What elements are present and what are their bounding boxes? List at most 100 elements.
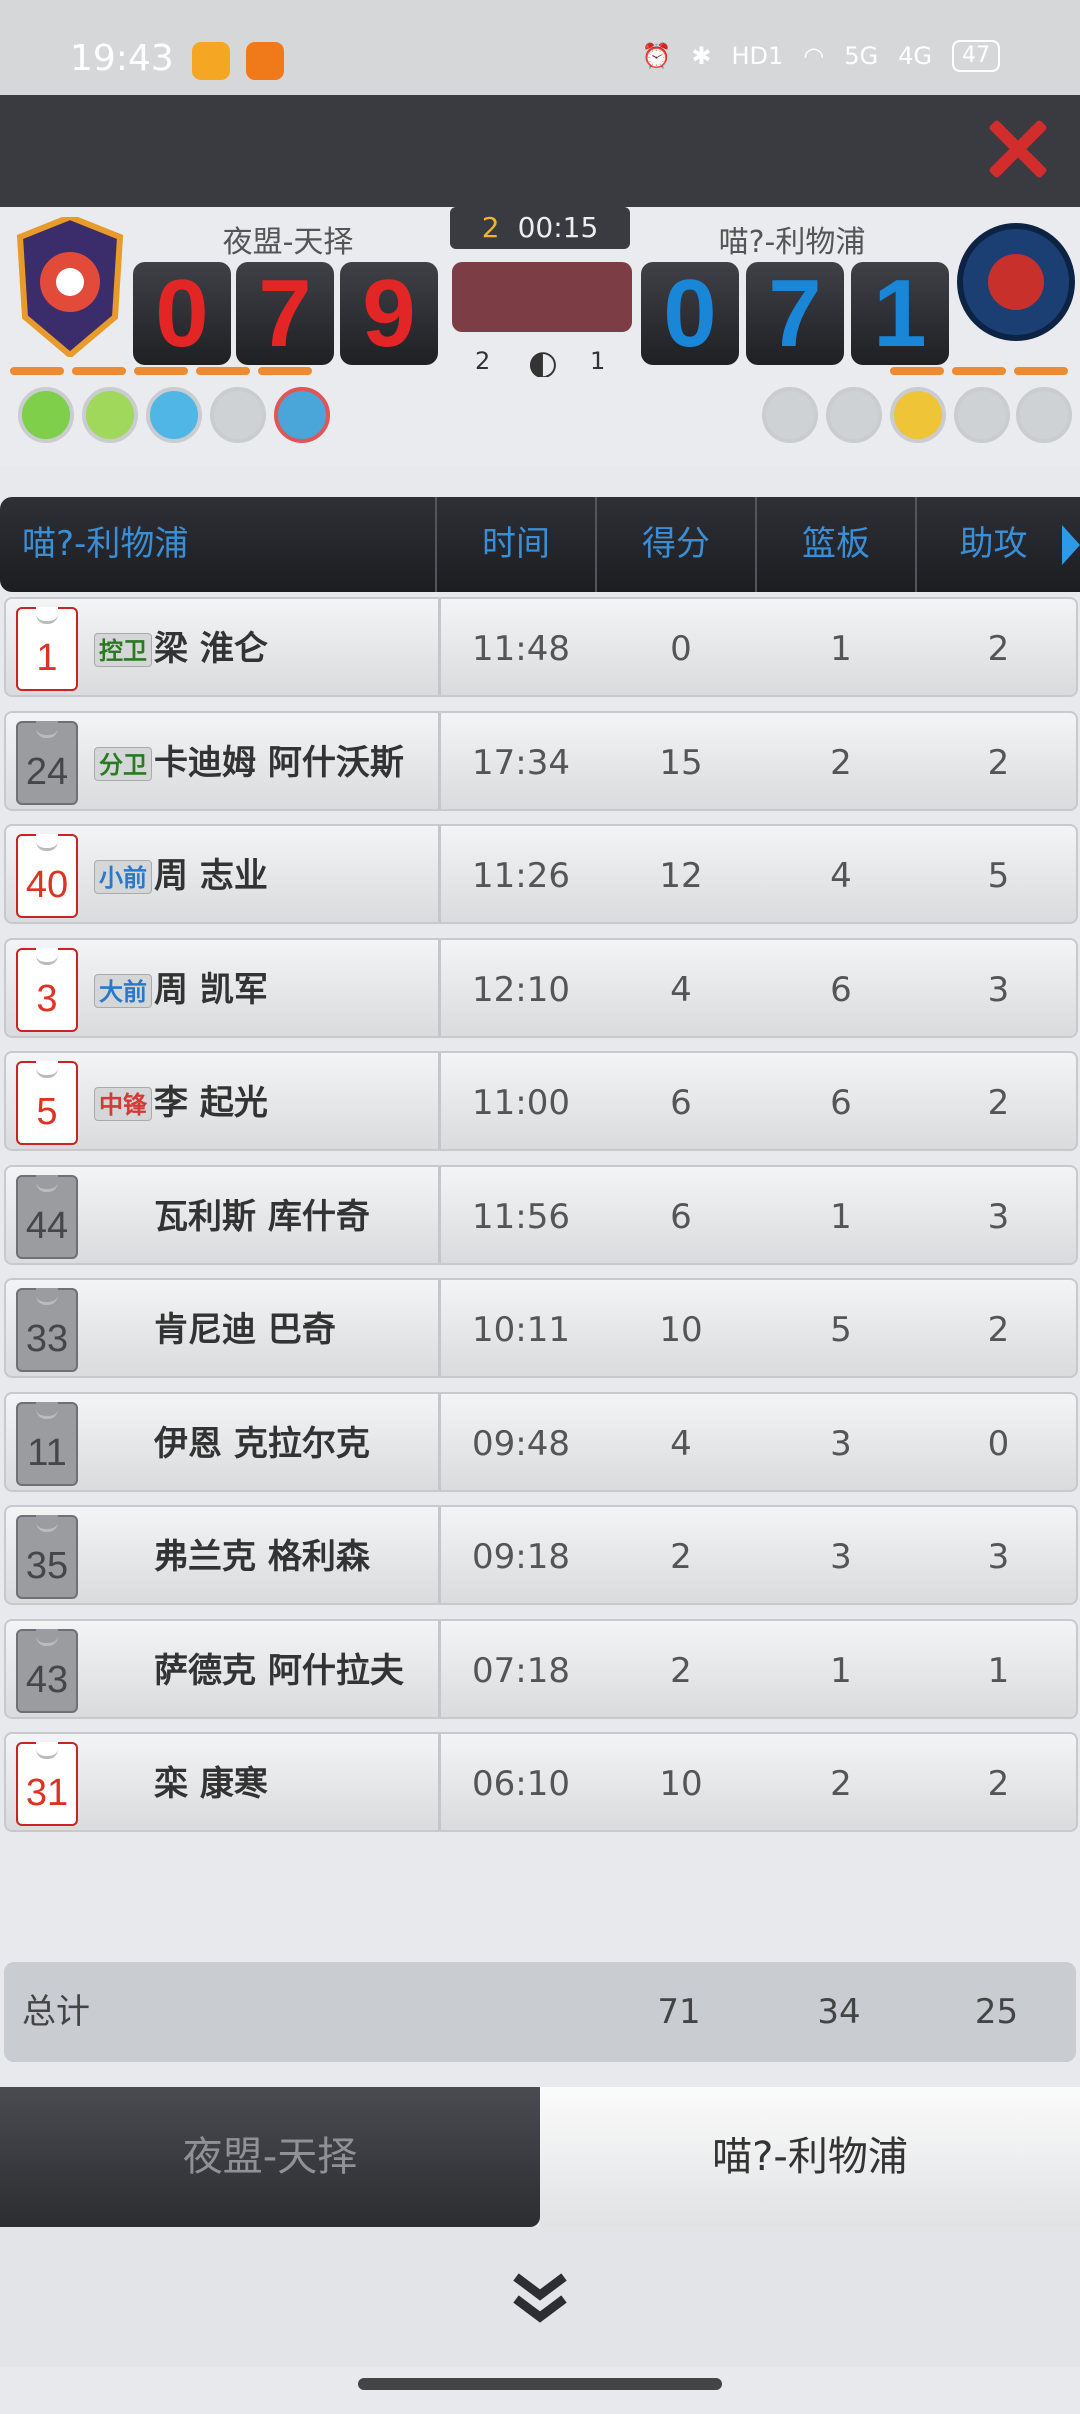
position-badge: 小前 [94, 860, 152, 894]
minutes-played: 11:56 [472, 1196, 570, 1237]
column-header-time[interactable]: 时间 [435, 497, 595, 592]
points: 10 [659, 1310, 703, 1350]
table-row[interactable]: 44 瓦利斯 库什奇 11:56 6 1 3 [4, 1164, 1078, 1265]
player-name: 弗兰克 格利森 [154, 1537, 370, 1577]
close-icon[interactable] [986, 117, 1050, 181]
column-header-points[interactable]: 得分 [595, 497, 755, 592]
team-tabs: 夜盟-天择 喵?-利物浦 [0, 2087, 1080, 2227]
totals-assists: 25 [974, 1992, 1019, 2032]
jersey-number: 33 [16, 1288, 78, 1372]
table-row[interactable]: 43 萨德克 阿什拉夫 07:18 2 1 1 [4, 1618, 1078, 1719]
assists: 5 [987, 856, 1010, 896]
minutes-played: 09:18 [472, 1537, 570, 1577]
jersey-number: 40 [16, 834, 78, 918]
points: 4 [670, 1423, 692, 1464]
assists: 2 [987, 629, 1010, 669]
points: 15 [659, 742, 703, 783]
stats-table-header: 喵?-利物浦 时间 得分 篮板 助攻 [0, 497, 1080, 592]
rebounds: 3 [830, 1423, 852, 1464]
minutes-played: 17:34 [472, 742, 570, 783]
points: 2 [670, 1537, 692, 1577]
points: 10 [659, 1764, 703, 1804]
home-timeouts: 2 [475, 347, 491, 375]
points: 12 [659, 856, 703, 896]
lock-icon [1016, 387, 1072, 443]
status-icons: ⏰ ✱ HD1 ◠ 5G 4G 47 [641, 40, 1000, 72]
skill-badge-icon[interactable] [18, 387, 74, 443]
top-bar [0, 95, 1080, 207]
quarter: 2 [481, 211, 500, 244]
collapse-bar[interactable] [0, 2227, 1080, 2367]
skill-badge-icon[interactable] [146, 387, 202, 443]
skill-badge-icon[interactable] [274, 387, 330, 443]
points: 2 [670, 1650, 692, 1691]
table-row[interactable]: 5 中锋李 起光 11:00 6 6 2 [4, 1051, 1078, 1151]
assists: 2 [987, 742, 1010, 783]
away-score-digit: 0 [641, 262, 739, 365]
table-row[interactable]: 3 大前周 凯军 12:10 4 6 3 [4, 937, 1078, 1038]
assists: 2 [987, 1764, 1010, 1804]
position-badge: 分卫 [94, 746, 152, 781]
assists: 2 [987, 1310, 1010, 1350]
status-time: 19:43 [70, 38, 174, 79]
points: 4 [670, 969, 692, 1010]
jersey-number: 31 [16, 1742, 78, 1826]
jersey-number: 35 [16, 1515, 78, 1599]
skill-badge-icon[interactable] [82, 387, 138, 443]
table-row[interactable]: 1 控卫梁 淮仑 11:48 0 1 2 [4, 597, 1078, 697]
triangle-right-icon[interactable] [1062, 525, 1080, 565]
player-name: 肯尼迪 巴奇 [154, 1310, 336, 1350]
player-name: 李 起光 [154, 1083, 268, 1123]
table-row[interactable]: 11 伊恩 克拉尔克 09:48 4 3 0 [4, 1391, 1078, 1492]
tab-home-team[interactable]: 夜盟-天择 [0, 2087, 540, 2227]
signal-4g-icon: 4G [898, 42, 932, 70]
player-name: 周 凯军 [154, 969, 268, 1010]
column-header-assists[interactable]: 助攻 [915, 497, 1070, 592]
assists: 2 [987, 1083, 1010, 1123]
skill-badges-row [0, 377, 1080, 467]
points: 6 [670, 1083, 692, 1123]
battery-icon: 47 [952, 40, 1000, 72]
hd-icon: HD1 [731, 42, 784, 70]
minutes-played: 07:18 [472, 1650, 570, 1691]
assists: 0 [987, 1423, 1010, 1464]
tab-away-team[interactable]: 喵?-利物浦 [540, 2087, 1080, 2227]
table-row[interactable]: 24 分卫 卡迪姆 阿什沃斯 17:34 15 2 2 [4, 710, 1078, 811]
app-notification-icon [192, 42, 230, 80]
home-indicator[interactable] [358, 2378, 722, 2390]
home-score-digit: 0 [133, 262, 231, 365]
player-name: 卡迪姆 阿什沃斯 [154, 742, 404, 783]
minutes-played: 09:48 [472, 1423, 570, 1464]
rebounds: 1 [830, 1650, 852, 1691]
away-timeouts: 1 [590, 347, 606, 375]
home-foul-indicators [10, 367, 312, 375]
home-team-name: 夜盟-天择 [222, 225, 354, 260]
column-header-rebounds[interactable]: 篮板 [755, 497, 915, 592]
minutes-played: 11:26 [472, 856, 570, 896]
table-row[interactable]: 35 弗兰克 格利森 09:18 2 3 3 [4, 1505, 1078, 1605]
rebounds: 2 [830, 1764, 852, 1804]
game-clock: 2 00:15 [450, 207, 630, 249]
player-name: 瓦利斯 库什奇 [154, 1196, 370, 1237]
double-chevron-down-icon[interactable] [510, 2269, 570, 2329]
bluetooth-icon: ✱ [691, 42, 712, 70]
totals-points: 71 [657, 1992, 701, 2032]
alarm-icon: ⏰ [641, 42, 672, 70]
minutes-played: 06:10 [472, 1764, 570, 1804]
minutes-played: 10:11 [472, 1310, 570, 1350]
clock-time: 00:15 [517, 211, 599, 244]
table-row[interactable]: 31 栾 康寒 06:10 10 2 2 [4, 1732, 1078, 1832]
home-score-digit: 9 [340, 262, 438, 365]
player-name: 栾 康寒 [154, 1764, 268, 1804]
rebounds: 6 [830, 969, 852, 1010]
rebounds: 3 [830, 1537, 852, 1577]
assists: 1 [987, 1650, 1010, 1691]
position-badge: 大前 [94, 973, 152, 1008]
lock-icon [210, 387, 266, 443]
skill-badge-icon[interactable] [890, 387, 946, 443]
away-team-name: 喵?-利物浦 [718, 225, 866, 260]
position-badge: 中锋 [94, 1087, 152, 1121]
table-row[interactable]: 40 小前周 志业 11:26 12 4 5 [4, 824, 1078, 924]
table-row[interactable]: 33 肯尼迪 巴奇 10:11 10 5 2 [4, 1278, 1078, 1378]
points: 6 [670, 1196, 692, 1237]
